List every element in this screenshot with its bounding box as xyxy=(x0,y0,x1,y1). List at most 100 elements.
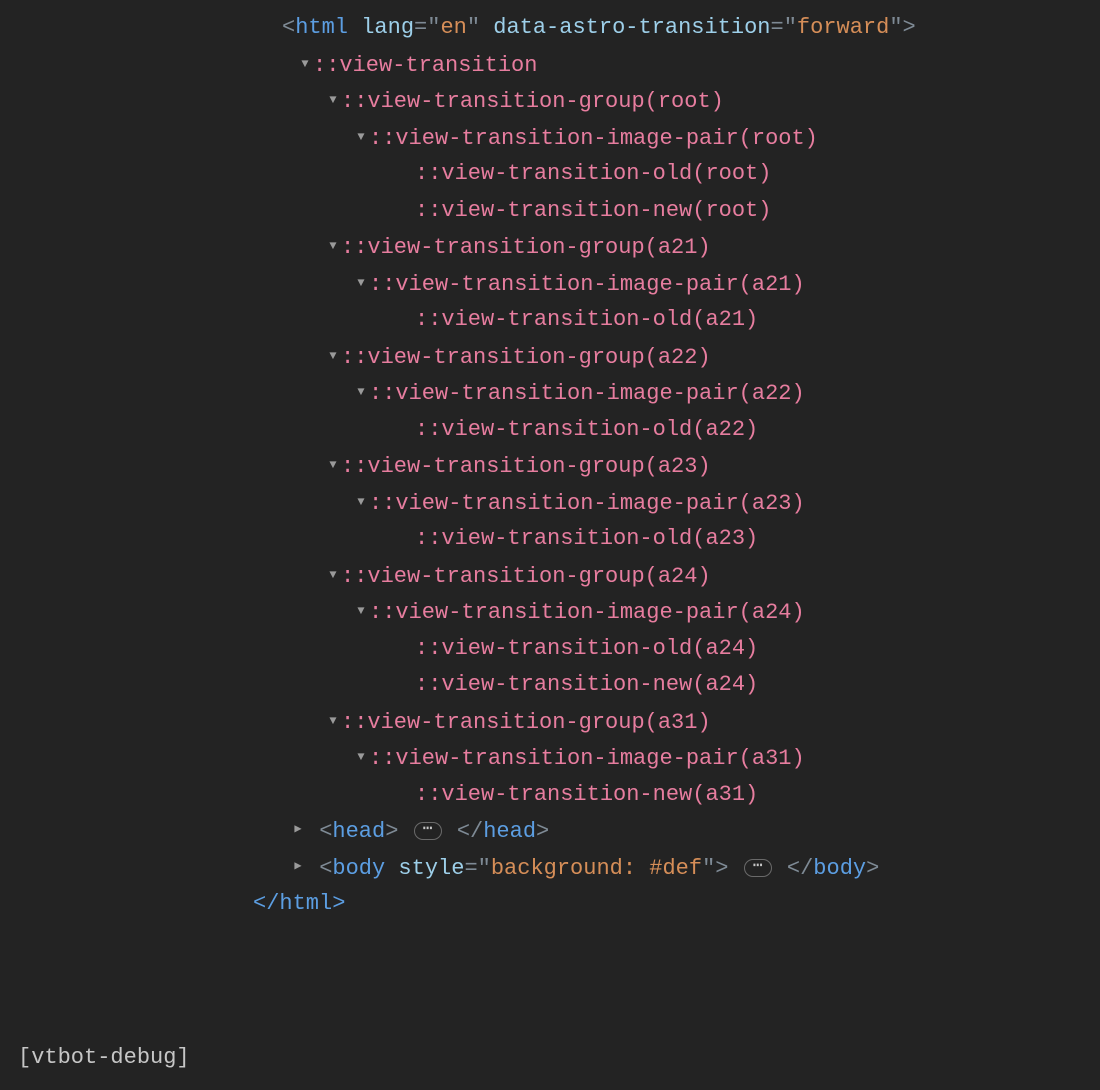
pseudo-element-label: ::view-transition-group(a21) xyxy=(341,235,711,260)
disclosure-down-icon[interactable]: ▼ xyxy=(353,265,369,302)
disclosure-down-icon[interactable]: ▼ xyxy=(325,557,341,594)
pseudo-element-label: ::view-transition-group(a31) xyxy=(341,710,711,735)
pseudo-element-label: ::view-transition-group(a24) xyxy=(341,564,711,589)
tag-name: head xyxy=(483,819,536,844)
pseudo-element-label: ::view-transition-group(root) xyxy=(341,89,724,114)
space xyxy=(480,15,493,40)
pseudo-element-row[interactable]: ▼::view-transition-image-pair(a21) xyxy=(0,266,1100,303)
pseudo-element-label: ::view-transition xyxy=(313,53,537,78)
pseudo-element-row[interactable]: ::view-transition-old(a23) xyxy=(0,521,1100,558)
pseudo-element-label: ::view-transition-old(a24) xyxy=(415,636,758,661)
pseudo-element-row[interactable]: ::view-transition-new(root) xyxy=(0,193,1100,230)
pseudo-element-row[interactable]: ▼::view-transition-image-pair(a31) xyxy=(0,740,1100,777)
equals: = xyxy=(414,15,427,40)
angle-close: > xyxy=(536,819,549,844)
space xyxy=(385,856,398,881)
pseudo-element-row[interactable]: ::view-transition-new(a31) xyxy=(0,777,1100,814)
pseudo-element-row[interactable]: ▼::view-transition-image-pair(root) xyxy=(0,120,1100,157)
disclosure-down-icon[interactable]: ▼ xyxy=(325,447,341,484)
angle-close: > xyxy=(866,856,879,881)
disclosure-down-icon[interactable]: ▼ xyxy=(353,593,369,630)
body-tag-row[interactable]: ▶ <body style="background: #def"> ⋯ </bo… xyxy=(0,850,1100,887)
tag-name: body xyxy=(332,856,385,881)
status-label: [vtbot-debug] xyxy=(18,1040,190,1077)
attr-value: background: #def xyxy=(491,856,702,881)
attr-name: style xyxy=(398,856,464,881)
quote: " xyxy=(889,15,902,40)
pseudo-element-row[interactable]: ▼::view-transition-group(a24) xyxy=(0,558,1100,595)
quote: " xyxy=(784,15,797,40)
attr-value: forward xyxy=(797,15,889,40)
pseudo-element-row[interactable]: ::view-transition-new(a24) xyxy=(0,667,1100,704)
pseudo-element-row[interactable]: ::view-transition-old(a21) xyxy=(0,302,1100,339)
disclosure-down-icon[interactable]: ▼ xyxy=(353,374,369,411)
equals: = xyxy=(771,15,784,40)
angle-open: </ xyxy=(787,856,813,881)
html-close-tag[interactable]: </html> xyxy=(0,886,1100,923)
dom-tree: <html lang="en" data-astro-transition="f… xyxy=(0,10,1100,923)
pseudo-element-row[interactable]: ::view-transition-old(root) xyxy=(0,156,1100,193)
angle-close: > xyxy=(385,819,398,844)
pseudo-element-row[interactable]: ▼::view-transition-group(a23) xyxy=(0,448,1100,485)
pseudo-element-row[interactable]: ▼::view-transition-image-pair(a22) xyxy=(0,375,1100,412)
angle-close: > xyxy=(332,891,345,916)
disclosure-right-icon[interactable]: ▶ xyxy=(290,848,306,885)
space xyxy=(348,15,361,40)
disclosure-down-icon[interactable]: ▼ xyxy=(297,46,313,83)
pseudo-element-label: ::view-transition-image-pair(a21) xyxy=(369,272,805,297)
pseudo-element-row[interactable]: ▼::view-transition-group(a31) xyxy=(0,704,1100,741)
disclosure-down-icon[interactable]: ▼ xyxy=(325,703,341,740)
attr-name: lang xyxy=(361,15,414,40)
pseudo-element-label: ::view-transition-new(a24) xyxy=(415,672,758,697)
tag-name: html xyxy=(295,15,348,40)
pseudo-element-label: ::view-transition-old(a21) xyxy=(415,307,758,332)
angle-open: </ xyxy=(253,891,279,916)
quote: " xyxy=(467,15,480,40)
pseudo-element-row[interactable]: ▼::view-transition-image-pair(a23) xyxy=(0,485,1100,522)
pseudo-element-label: ::view-transition-old(root) xyxy=(415,161,771,186)
angle-open: < xyxy=(319,819,332,844)
ellipsis-pill[interactable]: ⋯ xyxy=(414,822,442,840)
pseudo-element-row[interactable]: ::view-transition-old(a24) xyxy=(0,631,1100,668)
pseudo-element-row[interactable]: ▼::view-transition-image-pair(a24) xyxy=(0,594,1100,631)
disclosure-down-icon[interactable]: ▼ xyxy=(353,484,369,521)
disclosure-down-icon[interactable]: ▼ xyxy=(353,119,369,156)
disclosure-right-icon[interactable]: ▶ xyxy=(290,811,306,848)
equals: = xyxy=(464,856,477,881)
pseudo-element-row[interactable]: ▼::view-transition-group(root) xyxy=(0,83,1100,120)
quote: " xyxy=(478,856,491,881)
quote: " xyxy=(427,15,440,40)
pseudo-element-row[interactable]: ▼::view-transition-group(a21) xyxy=(0,229,1100,266)
pseudo-element-row[interactable]: ▼::view-transition-group(a22) xyxy=(0,339,1100,376)
angle-open: </ xyxy=(457,819,483,844)
pseudo-element-label: ::view-transition-group(a22) xyxy=(341,345,711,370)
pseudo-element-label: ::view-transition-image-pair(a22) xyxy=(369,381,805,406)
attr-value: en xyxy=(440,15,466,40)
angle-open: < xyxy=(319,856,332,881)
disclosure-down-icon[interactable]: ▼ xyxy=(325,228,341,265)
angle-close: > xyxy=(715,856,728,881)
pseudo-element-label: ::view-transition-image-pair(a24) xyxy=(369,600,805,625)
html-open-tag[interactable]: <html lang="en" data-astro-transition="f… xyxy=(0,10,1100,47)
attr-name: data-astro-transition xyxy=(493,15,770,40)
disclosure-down-icon[interactable]: ▼ xyxy=(325,82,341,119)
pseudo-element-label: ::view-transition-image-pair(root) xyxy=(369,126,818,151)
disclosure-down-icon[interactable]: ▼ xyxy=(325,338,341,375)
pseudo-element-label: ::view-transition-new(a31) xyxy=(415,782,758,807)
angle-open: < xyxy=(282,15,295,40)
pseudo-element-subtree: ▼::view-transition▼::view-transition-gro… xyxy=(0,47,1100,814)
pseudo-element-row[interactable]: ::view-transition-old(a22) xyxy=(0,412,1100,449)
tag-name: head xyxy=(332,819,385,844)
quote: " xyxy=(702,856,715,881)
pseudo-element-label: ::view-transition-new(root) xyxy=(415,198,771,223)
tag-name: body xyxy=(813,856,866,881)
tag-name: html xyxy=(279,891,332,916)
angle-close: > xyxy=(903,15,916,40)
pseudo-element-row[interactable]: ▼::view-transition xyxy=(0,47,1100,84)
ellipsis-pill[interactable]: ⋯ xyxy=(744,859,772,877)
pseudo-element-label: ::view-transition-old(a22) xyxy=(415,417,758,442)
pseudo-element-label: ::view-transition-old(a23) xyxy=(415,526,758,551)
disclosure-down-icon[interactable]: ▼ xyxy=(353,739,369,776)
head-tag-row[interactable]: ▶ <head> ⋯ </head> xyxy=(0,813,1100,850)
pseudo-element-label: ::view-transition-image-pair(a31) xyxy=(369,746,805,771)
